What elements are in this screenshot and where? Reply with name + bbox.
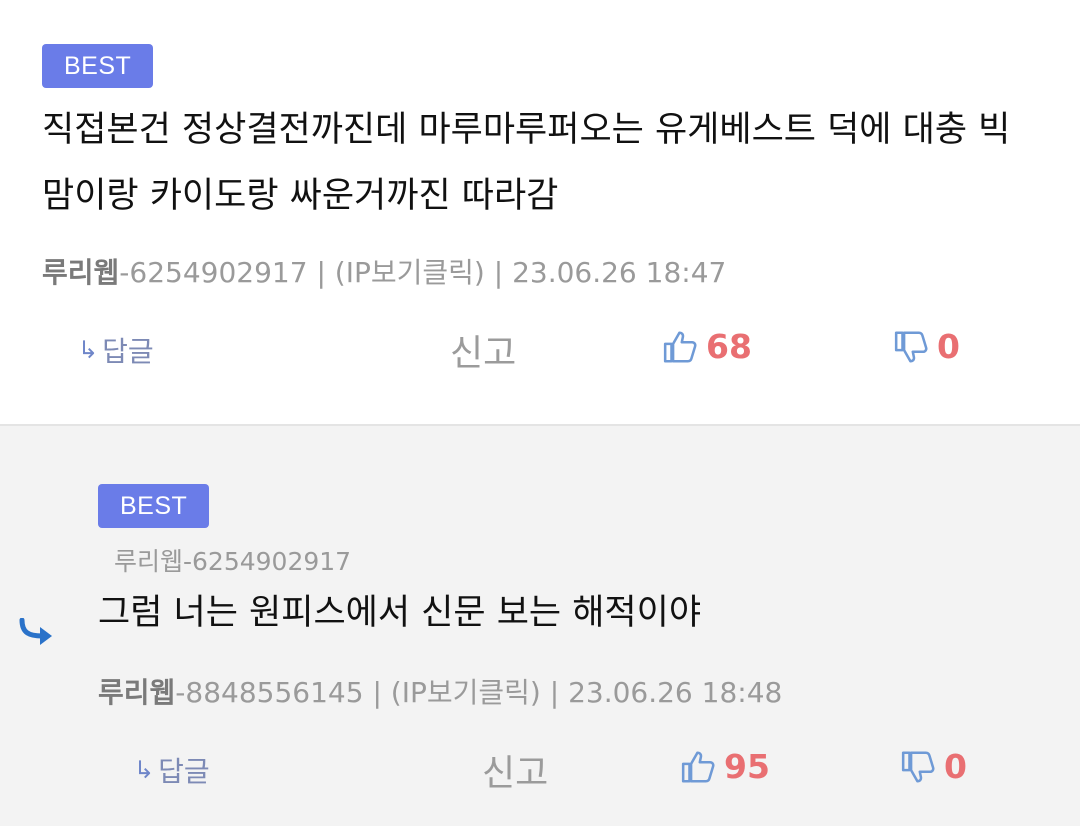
report-button[interactable]: 신고	[450, 324, 516, 376]
ip-view-link[interactable]: (IP보기클릭)	[335, 256, 485, 289]
timestamp: 23.06.26 18:48	[568, 676, 783, 709]
upvote-count: 95	[724, 747, 770, 786]
reply-button[interactable]: ↳ 답글	[78, 330, 154, 370]
report-label: 신고	[482, 753, 549, 794]
author-id[interactable]: -6254902917	[119, 256, 307, 289]
reply-to-author[interactable]: 루리웹-6254902917	[114, 542, 351, 578]
best-badge: BEST	[42, 44, 154, 88]
downvote-button[interactable]: 0	[893, 327, 960, 366]
comment-best-2-reply: BEST 루리웹-6254902917 그럼 너는 원피스에서 신문 보는 해적…	[0, 426, 1080, 826]
ip-view-link[interactable]: (IP보기클릭)	[391, 676, 541, 709]
reply-label: 답글	[158, 755, 210, 788]
report-label: 신고	[450, 333, 517, 374]
thumbs-down-icon	[894, 330, 928, 363]
meta-separator: |	[549, 676, 560, 709]
timestamp: 23.06.26 18:47	[512, 256, 727, 289]
meta-separator: |	[493, 256, 504, 289]
reply-arrow-icon: ↳	[134, 756, 155, 784]
downvote-count: 0	[937, 327, 960, 366]
comment-content: 그럼 너는 원피스에서 신문 보는 해적이야	[98, 593, 702, 633]
reply-button[interactable]: ↳ 답글	[134, 750, 210, 790]
thumbs-up-icon	[663, 330, 697, 363]
author-name[interactable]: 루리웹	[42, 256, 119, 289]
upvote-count: 68	[706, 327, 752, 366]
report-button[interactable]: 신고	[482, 744, 548, 796]
comment-meta: 루리웹-8848556145 | (IP보기클릭) | 23.06.26 18:…	[98, 671, 782, 711]
comment-meta: 루리웹-6254902917 | (IP보기클릭) | 23.06.26 18:…	[42, 251, 726, 291]
thumbs-up-icon	[681, 750, 715, 783]
thumbs-down-icon	[901, 750, 935, 783]
upvote-button[interactable]: 68	[662, 327, 752, 366]
meta-separator: |	[316, 256, 326, 289]
author-id[interactable]: -8848556145	[175, 676, 363, 709]
downvote-button[interactable]: 0	[900, 747, 967, 786]
comment-content: 직접본건 정상결전까진데 마루마루퍼오는 유게베스트 덕에 대충 빅맘이랑 카이…	[42, 110, 1011, 216]
upvote-button[interactable]: 95	[680, 747, 770, 786]
meta-separator: |	[372, 676, 382, 709]
best-badge: BEST	[98, 484, 210, 528]
downvote-count: 0	[944, 747, 967, 786]
nested-reply-icon	[19, 618, 52, 645]
comment-best-1: BEST 직접본건 정상결전까진데 마루마루퍼오는 유게베스트 덕에 대충 빅맘…	[0, 0, 1080, 424]
reply-label: 답글	[102, 335, 154, 368]
reply-arrow-icon: ↳	[78, 336, 99, 364]
author-name[interactable]: 루리웹	[98, 676, 175, 709]
